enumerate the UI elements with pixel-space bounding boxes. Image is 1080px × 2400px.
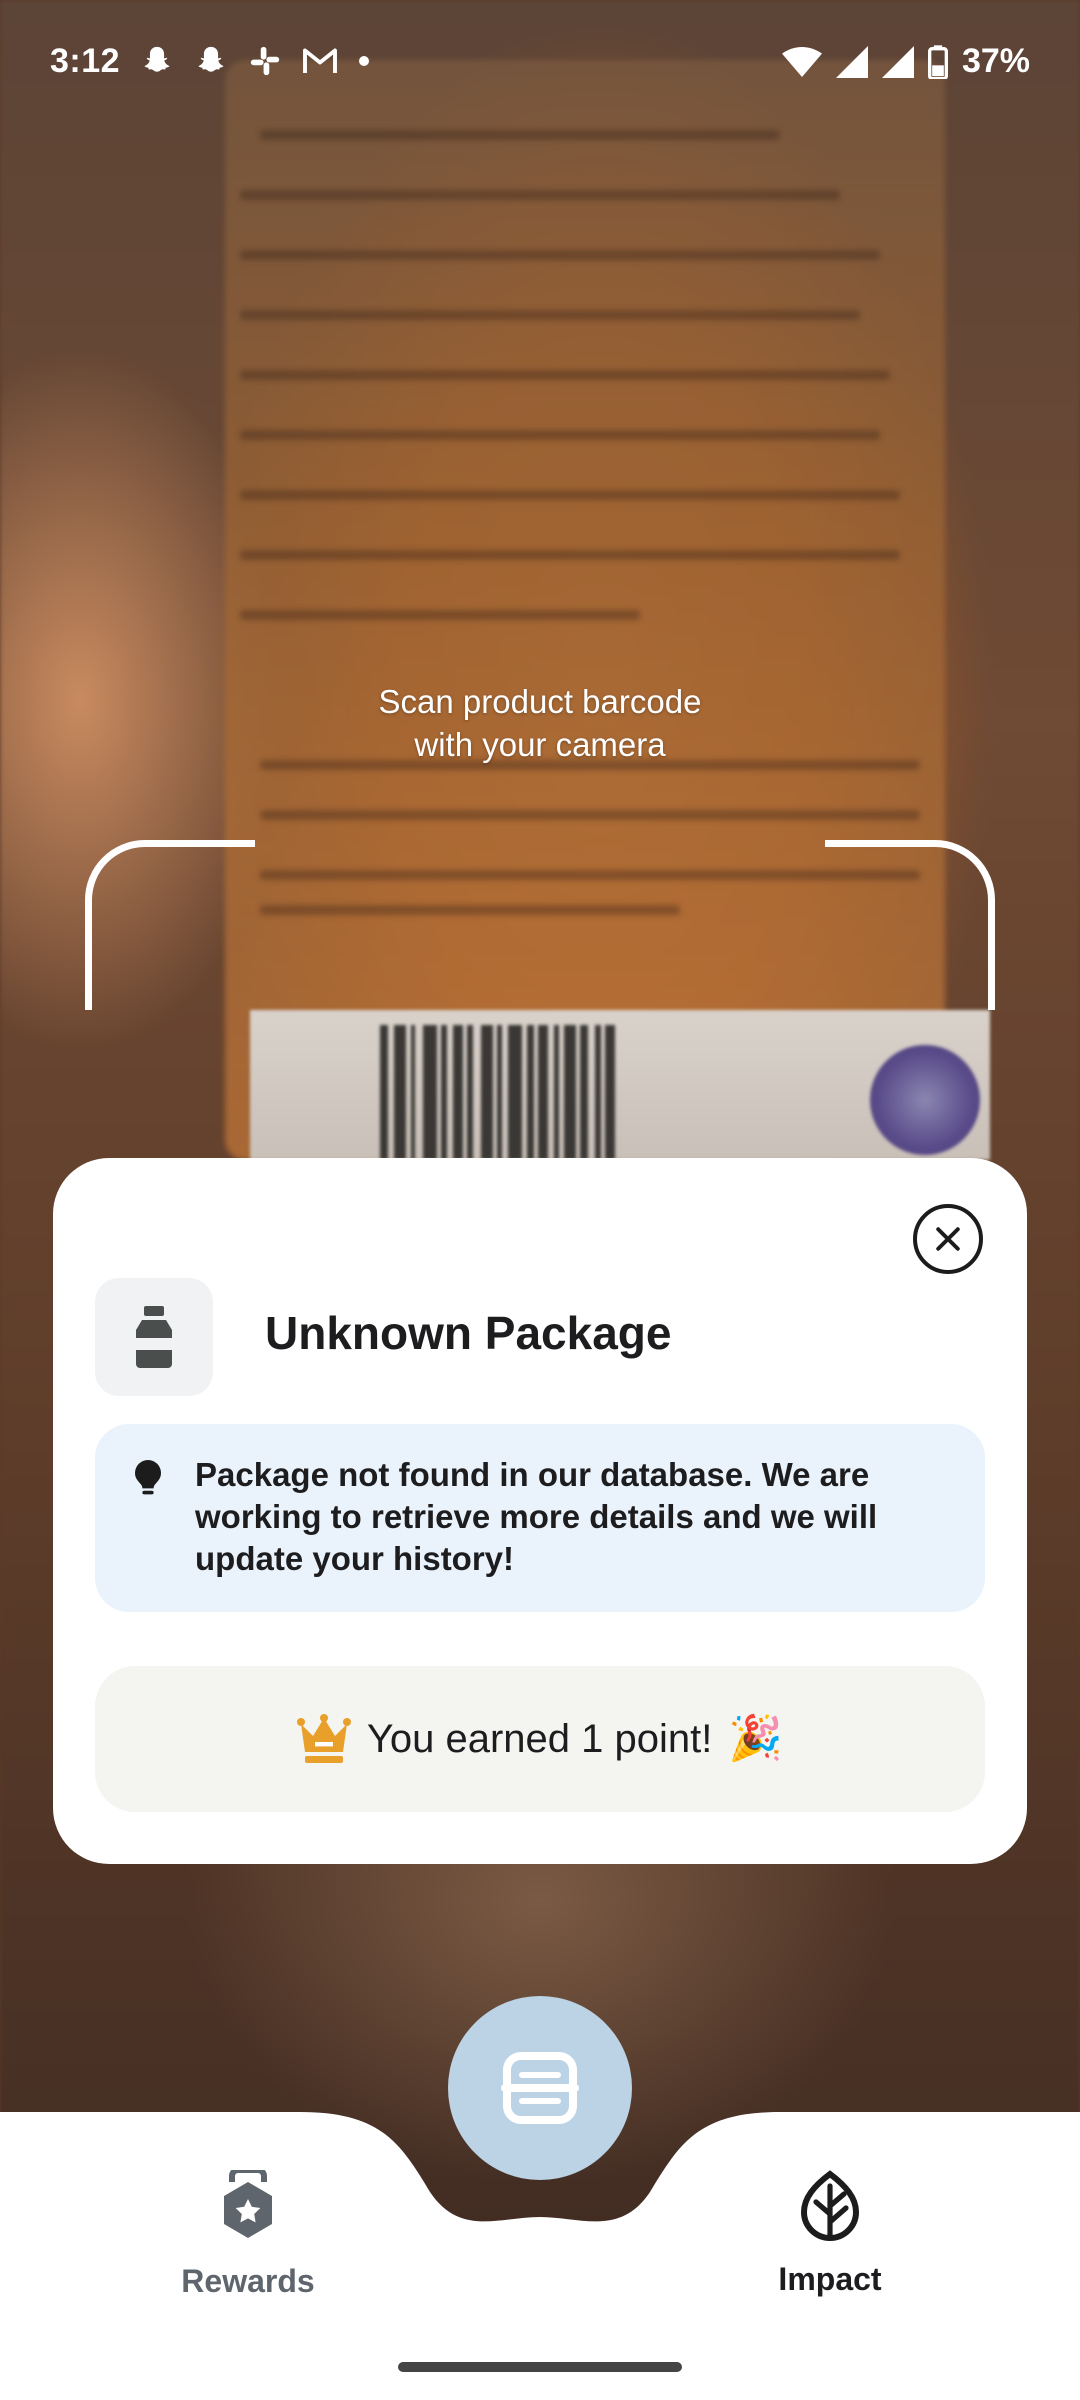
- battery-percent: 37%: [961, 42, 1030, 80]
- notification-icons: [140, 44, 370, 78]
- blurred-text: [240, 310, 860, 320]
- blurred-text: [240, 190, 840, 200]
- snapchat-icon: [144, 46, 170, 72]
- nav-rewards-label: Rewards: [181, 2263, 315, 2299]
- dot-icon: [359, 56, 369, 66]
- blurred-text: [240, 610, 640, 620]
- points-earned-banner: You earned 1 point! 🎉: [95, 1666, 985, 1812]
- points-earned-text: You earned 1 point!: [366, 1716, 713, 1761]
- nav-rewards[interactable]: Rewards: [148, 2167, 348, 2300]
- blurred-text: [260, 905, 680, 915]
- scan-icon: [501, 2052, 579, 2124]
- blurred-text: [260, 870, 920, 880]
- scan-frame-corner-left: [85, 840, 255, 1010]
- battery-icon: [927, 44, 948, 79]
- close-icon: [936, 1227, 960, 1251]
- slack-icon: [250, 46, 280, 76]
- blurred-text: [240, 370, 890, 380]
- scan-button[interactable]: [448, 1996, 632, 2180]
- nav-impact-label: Impact: [778, 2261, 882, 2297]
- package-title: Unknown Package: [265, 1307, 672, 1359]
- home-indicator[interactable]: [398, 2362, 682, 2372]
- scan-instructions: Scan product barcode with your camera: [290, 680, 790, 766]
- barcode-preview: [380, 1025, 740, 1160]
- bottle-icon: [136, 1306, 172, 1368]
- gmail-icon: [303, 48, 337, 73]
- status-bar: 3:12 37%: [0, 0, 1080, 128]
- blurred-text: [240, 550, 900, 560]
- blurred-text: [240, 490, 900, 500]
- nav-impact[interactable]: Impact: [730, 2170, 930, 2298]
- leaf-icon: [800, 2170, 860, 2241]
- snapchat-icon: [198, 46, 224, 72]
- signal-icon: [835, 45, 868, 78]
- lightbulb-icon: [135, 1460, 161, 1495]
- scan-instructions-line1: Scan product barcode: [378, 683, 702, 720]
- signal-icon: [881, 45, 914, 78]
- status-time: 3:12: [50, 42, 121, 80]
- close-button[interactable]: [913, 1204, 983, 1274]
- scan-frame-corner-right: [825, 840, 995, 1010]
- not-found-notice: Package not found in our database. We ar…: [95, 1424, 985, 1612]
- blurred-text: [240, 430, 880, 440]
- crown-icon: [296, 1714, 351, 1763]
- blurred-text: [260, 810, 920, 820]
- blurred-text: [260, 130, 780, 140]
- package-icon-box: [95, 1278, 213, 1396]
- wifi-icon: [781, 46, 822, 77]
- status-right: 37%: [781, 42, 1030, 81]
- blurred-text: [240, 250, 880, 260]
- scan-result-card: Unknown Package Package not found in our…: [53, 1158, 1027, 1864]
- rewards-badge-icon: [224, 2167, 272, 2238]
- party-popper-icon: 🎉: [728, 1714, 784, 1763]
- scan-instructions-line2: with your camera: [414, 726, 666, 763]
- not-found-message: Package not found in our database. We ar…: [195, 1456, 878, 1577]
- camera-preview-seal: [870, 1045, 980, 1155]
